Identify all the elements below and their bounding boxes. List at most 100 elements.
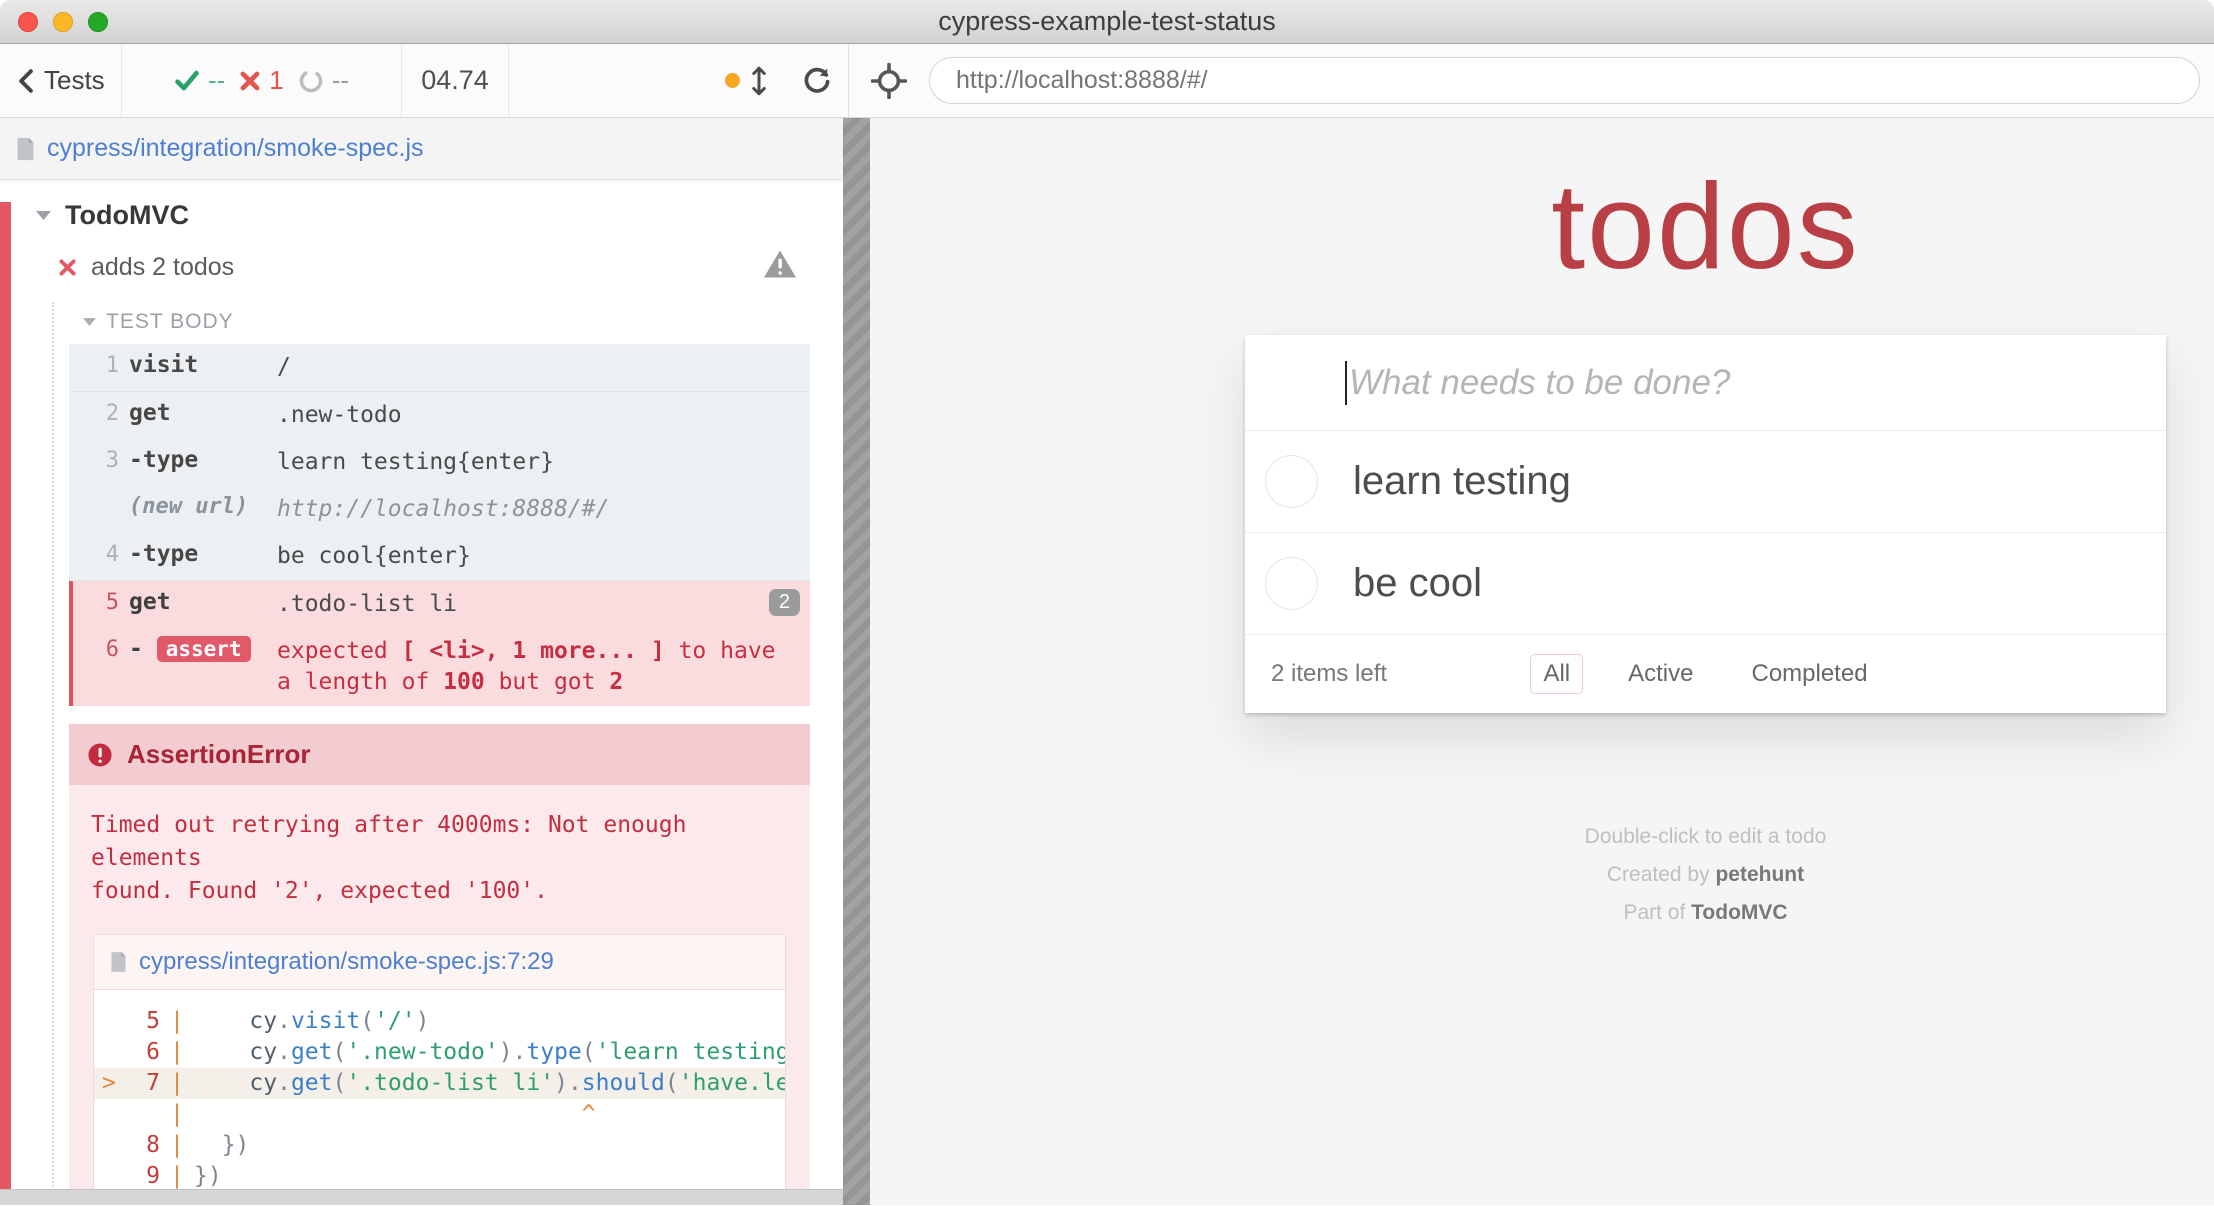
command-get[interactable]: 2 get .new-todo xyxy=(69,392,810,439)
file-icon xyxy=(110,951,127,973)
test-body-toggle[interactable]: TEST BODY xyxy=(69,302,843,344)
pending-count: -- xyxy=(332,65,349,96)
test-body-label: TEST BODY xyxy=(106,310,234,334)
code-frame-body: 5| cy.visit('/') 6| cy.get('.new-todo').… xyxy=(94,990,785,1189)
code-frame: cypress/integration/smoke-spec.js:7:29 5… xyxy=(93,934,786,1189)
command-method: - assert xyxy=(129,636,277,662)
suite-name: TodoMVC xyxy=(65,200,189,231)
command-method: get xyxy=(129,400,277,426)
todo-toggle-checkbox[interactable] xyxy=(1265,557,1318,610)
command-method: visit xyxy=(129,352,277,378)
filter-all[interactable]: All xyxy=(1530,654,1583,694)
viewport-scale-icon xyxy=(750,66,768,96)
command-assert-failed[interactable]: 6 - assert expected [ <li>, 1 more... ] … xyxy=(73,628,810,706)
command-get-failed[interactable]: 5 get .todo-list li 2 xyxy=(73,581,810,628)
assertion-error-block: AssertionError Timed out retrying after … xyxy=(69,724,810,1189)
cypress-window: cypress-example-test-status Tests -- 1 xyxy=(0,0,2214,1206)
new-todo-input[interactable] xyxy=(1245,335,2166,430)
reporter-panel: cypress/integration/smoke-spec.js TodoMV… xyxy=(0,118,843,1205)
command-message: / xyxy=(277,352,798,383)
viewport-indicator[interactable] xyxy=(725,66,768,96)
command-number: 2 xyxy=(69,400,119,426)
command-message: .new-todo xyxy=(277,400,798,431)
command-message: learn testing{enter} xyxy=(277,447,798,478)
code-frame-file-link[interactable]: cypress/integration/smoke-spec.js:7:29 xyxy=(139,948,554,976)
command-number: 3 xyxy=(69,447,119,473)
filter-active[interactable]: Active xyxy=(1615,654,1706,694)
panel-resizer-handle[interactable] xyxy=(843,118,870,1205)
spec-file-link[interactable]: cypress/integration/smoke-spec.js xyxy=(47,134,424,163)
stat-pending[interactable]: -- xyxy=(298,65,349,96)
code-line-6: 6| cy.get('.new-todo').type('learn testi… xyxy=(94,1037,785,1068)
command-message: http://localhost:8888/#/ xyxy=(277,494,798,525)
reload-button[interactable] xyxy=(802,66,832,96)
todo-item[interactable]: learn testing xyxy=(1245,431,2166,533)
error-line-arrow: > xyxy=(102,1068,116,1099)
toolbar-right-tools xyxy=(509,44,848,117)
x-icon xyxy=(239,70,261,92)
warning-triangle-icon xyxy=(763,249,797,279)
test-adds-2-todos[interactable]: adds 2 todos xyxy=(0,237,843,288)
code-line-7-highlighted: > 7| cy.get('.todo-list li').should('hav… xyxy=(94,1068,785,1099)
error-column-caret: ^ xyxy=(582,1101,596,1127)
chevron-left-icon xyxy=(16,68,36,94)
failed-test-strip xyxy=(0,202,11,1189)
reporter-bottom-scrollbar[interactable] xyxy=(0,1189,843,1205)
toolbar: Tests -- 1 -- 04.74 xyxy=(0,44,2214,118)
command-type-2[interactable]: 4 -type be cool{enter} xyxy=(69,533,810,581)
file-icon xyxy=(16,137,35,161)
test-duration: 04.74 xyxy=(402,44,509,117)
stat-passed[interactable]: -- xyxy=(174,65,225,96)
assert-pill: assert xyxy=(157,636,251,662)
command-number xyxy=(69,494,119,495)
error-name: AssertionError xyxy=(127,739,311,770)
back-to-tests-button[interactable]: Tests xyxy=(0,44,122,117)
code-frame-header: cypress/integration/smoke-spec.js:7:29 xyxy=(94,935,785,990)
command-visit[interactable]: 1 visit / xyxy=(69,344,810,392)
command-type[interactable]: 3 -type learn testing{enter} xyxy=(69,439,810,486)
elements-count-badge: 2 xyxy=(769,589,800,616)
aut-url-input[interactable] xyxy=(929,57,2200,104)
todos-app-title: todos xyxy=(1245,156,2166,296)
command-method: -type xyxy=(129,447,277,473)
error-message: Timed out retrying after 4000ms: Not eno… xyxy=(91,809,788,908)
selector-playground-button[interactable] xyxy=(871,63,907,99)
command-number: 1 xyxy=(69,352,119,378)
caret-down-icon xyxy=(36,211,51,220)
todomvc-link[interactable]: TodoMVC xyxy=(1691,901,1787,924)
command-number: 5 xyxy=(73,589,119,615)
command-message: be cool{enter} xyxy=(277,541,798,572)
todo-item[interactable]: be cool xyxy=(1245,533,2166,635)
author-link[interactable]: petehunt xyxy=(1715,863,1804,886)
command-number: 6 xyxy=(73,636,119,662)
todo-toggle-checkbox[interactable] xyxy=(1265,455,1318,508)
spec-header: cypress/integration/smoke-spec.js xyxy=(0,118,843,180)
test-stats: -- 1 -- xyxy=(122,44,402,117)
stat-failed[interactable]: 1 xyxy=(239,65,283,96)
filter-completed[interactable]: Completed xyxy=(1738,654,1880,694)
test-title: adds 2 todos xyxy=(91,253,234,282)
new-todo-row xyxy=(1245,335,2166,431)
todo-filters: All Active Completed xyxy=(1245,654,2166,694)
app-credits: Double-click to edit a todo Created by p… xyxy=(1245,818,2166,932)
error-info-icon xyxy=(87,742,113,768)
code-line-8: 8| }) xyxy=(94,1130,785,1161)
error-body: Timed out retrying after 4000ms: Not eno… xyxy=(69,785,810,1189)
code-line-5: 5| cy.visit('/') xyxy=(94,1006,785,1037)
command-method: get xyxy=(129,589,277,615)
command-log: TodoMVC adds 2 todos xyxy=(0,180,843,1189)
failed-commands-group: 5 get .todo-list li 2 6 - assert expecte… xyxy=(69,581,810,706)
edit-hint: Double-click to edit a todo xyxy=(1245,818,2166,856)
commands-list: 1 visit / 2 get .new-todo 3 -type le xyxy=(69,344,810,706)
command-number: 4 xyxy=(69,541,119,567)
back-to-tests-label: Tests xyxy=(44,65,105,96)
pending-circle-icon xyxy=(298,68,324,94)
code-line-9: 9|}) xyxy=(94,1161,785,1189)
command-new-url-event[interactable]: (new url) http://localhost:8888/#/ xyxy=(69,486,810,533)
test-attempt: TEST BODY 1 visit / 2 get .new-todo xyxy=(52,302,843,1189)
command-method: -type xyxy=(129,541,277,567)
app-under-test: todos learn testing be cool 2 items left xyxy=(870,118,2214,1205)
check-icon xyxy=(174,70,200,92)
todo-footer: 2 items left All Active Completed xyxy=(1245,635,2166,713)
suite-todomvc[interactable]: TodoMVC xyxy=(0,180,843,237)
